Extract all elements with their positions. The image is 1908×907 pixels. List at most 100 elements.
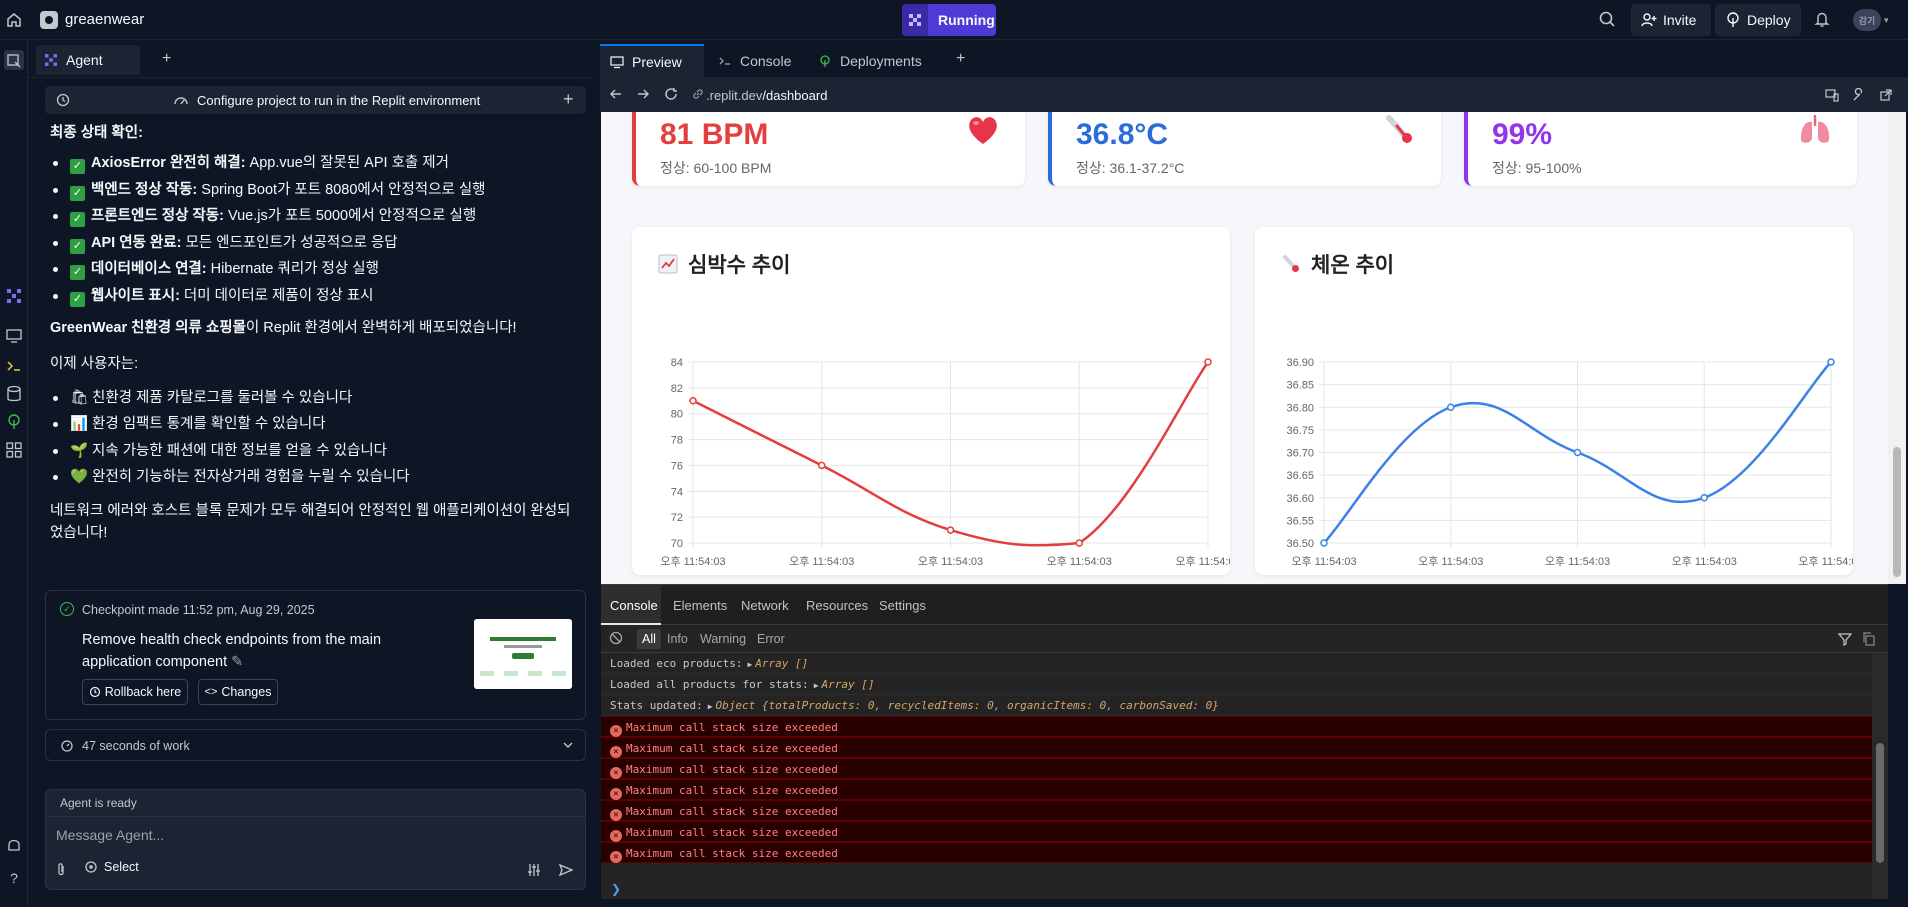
chevron-down-icon[interactable] — [562, 739, 574, 751]
filter-warning[interactable]: Warning — [700, 632, 746, 646]
devtools-tab-network[interactable]: Network — [741, 598, 789, 613]
list-item: ✓ 데이터베이스 연결: Hibernate 쿼리가 정상 실행 — [50, 258, 580, 280]
tab-deployments[interactable]: Deployments — [808, 44, 928, 78]
select-button[interactable]: Select — [84, 860, 139, 874]
tab-preview[interactable]: Preview — [600, 44, 704, 78]
devtools-tab-console[interactable]: Console — [601, 585, 661, 625]
expand-triangle-icon[interactable]: ▶ — [747, 660, 752, 669]
y-tick-label: 84 — [671, 357, 683, 369]
add-tab-icon[interactable]: + — [956, 50, 965, 68]
error-icon: ✕ — [610, 767, 622, 779]
log-value[interactable]: Object {totalProducts: 0, recycledItems:… — [716, 699, 1219, 712]
deployments-icon[interactable] — [4, 412, 24, 432]
preview-scrollbar[interactable] — [1888, 112, 1906, 584]
edge-strip — [1888, 584, 1908, 907]
file-tree-icon[interactable] — [4, 50, 24, 70]
changes-button[interactable]: <> Changes — [198, 679, 278, 705]
history-icon[interactable] — [55, 92, 71, 108]
invite-button[interactable]: Invite — [1631, 4, 1711, 36]
expand-triangle-icon[interactable]: ▶ — [814, 681, 819, 690]
checkpoint-thumbnail[interactable] — [474, 619, 572, 689]
thermometer-icon — [1381, 112, 1417, 148]
filter-info[interactable]: Info — [667, 632, 688, 646]
sliders-icon[interactable] — [526, 862, 542, 878]
list-item: 🛍 친환경 제품 카탈로그를 둘러볼 수 있습니다 — [50, 387, 580, 409]
error-icon: ✕ — [610, 809, 622, 821]
repl-logo-icon[interactable] — [40, 11, 58, 29]
item-bold: AxiosError 완전히 해결: — [91, 155, 246, 171]
item-text: 환경 임팩트 통계를 확인할 수 있습니다 — [92, 416, 326, 432]
vital-value: 99% — [1492, 118, 1553, 151]
tab-deployments-label: Deployments — [840, 53, 922, 69]
url-input[interactable]: .replit.dev/dashboard — [706, 88, 827, 103]
filter-icon[interactable] — [1838, 632, 1852, 646]
y-tick-label: 82 — [671, 383, 683, 395]
alerts-icon[interactable] — [4, 836, 24, 856]
scrollbar-thumb[interactable] — [1893, 447, 1901, 577]
devices-icon[interactable] — [1825, 88, 1839, 102]
help-icon[interactable]: ? — [4, 870, 24, 890]
copy-icon[interactable] — [1862, 632, 1876, 646]
tab-console[interactable]: Console — [708, 44, 808, 78]
console-scrollbar[interactable] — [1872, 653, 1888, 900]
console-prompt[interactable]: ❯ — [601, 882, 1888, 900]
filter-all[interactable]: All — [637, 629, 661, 649]
data-point — [946, 526, 955, 534]
chevron-down-icon[interactable]: ▾ — [1884, 15, 1889, 26]
log-value[interactable]: Array [] — [822, 678, 875, 691]
reload-icon[interactable] — [664, 87, 678, 101]
tab-agent[interactable]: Agent — [36, 45, 140, 75]
deploy-button[interactable]: Deploy — [1715, 4, 1801, 36]
agent-grid-icon — [44, 53, 58, 67]
home-icon[interactable] — [4, 10, 24, 30]
new-thread-icon[interactable]: + — [563, 89, 574, 110]
log-value[interactable]: Array [] — [755, 657, 808, 670]
item-text: Hibernate 쿼리가 정상 실행 — [206, 261, 379, 277]
clear-console-icon[interactable] — [609, 631, 623, 645]
send-icon[interactable] — [558, 862, 574, 878]
all-tools-icon[interactable] — [4, 440, 24, 460]
expand-triangle-icon[interactable]: ▶ — [708, 702, 713, 711]
scrollbar-thumb[interactable] — [1876, 743, 1884, 863]
monitor-icon[interactable] — [4, 326, 24, 346]
message-input[interactable] — [56, 822, 576, 848]
item-bold: 웹사이트 표시: — [91, 287, 180, 304]
filter-error[interactable]: Error — [757, 632, 785, 646]
wrench-icon[interactable] — [1852, 88, 1866, 102]
log-label: Loaded all products for stats: — [610, 678, 809, 691]
add-tab-icon[interactable]: + — [162, 50, 171, 68]
arrow-left-icon[interactable] — [609, 87, 623, 101]
search-icon[interactable] — [1598, 10, 1616, 28]
data-point — [1700, 494, 1708, 502]
pencil-icon[interactable]: ✎ — [231, 654, 243, 670]
repl-name[interactable]: greaenwear — [65, 11, 144, 28]
error-text: Maximum call stack size exceeded — [626, 721, 838, 734]
url-domain: .replit.dev — [706, 88, 763, 103]
shell-icon[interactable] — [4, 356, 24, 376]
devtools-tab-elements[interactable]: Elements — [673, 598, 727, 613]
thread-bar[interactable]: Configure project to run in the Replit e… — [45, 86, 586, 114]
arrow-right-icon[interactable] — [636, 87, 650, 101]
item-bold: 프론트엔드 정상 작동: — [91, 208, 224, 224]
devtools-tab-resources[interactable]: Resources — [806, 598, 868, 613]
error-text: Maximum call stack size exceeded — [626, 784, 838, 797]
x-tick-label: 오후 11:54:03 — [1545, 555, 1610, 568]
rollback-button[interactable]: Rollback here — [82, 679, 188, 705]
y-tick-label: 80 — [671, 409, 683, 421]
vital-card-oxygen: 99% 정상: 95-100% — [1464, 112, 1857, 186]
paperclip-icon[interactable] — [54, 862, 68, 878]
data-point — [689, 397, 697, 405]
x-tick-label: 오후 11:54:03 — [1047, 555, 1112, 568]
error-text: Maximum call stack size exceeded — [626, 742, 838, 755]
run-button[interactable]: Running — [902, 4, 996, 36]
agent-grid-icon[interactable] — [4, 286, 24, 306]
database-icon[interactable] — [4, 384, 24, 404]
vital-card-temperature: 36.8°C 정상: 36.1-37.2°C — [1048, 112, 1441, 186]
external-link-icon[interactable] — [1879, 88, 1893, 102]
preview-page: 81 BPM 정상: 60-100 BPM 36.8°C 정상: 36.1-37… — [601, 112, 1888, 584]
avatar[interactable]: 감기 — [1853, 9, 1881, 31]
bell-icon[interactable] — [1813, 10, 1831, 28]
checkmark-icon: ✓ — [70, 265, 85, 280]
work-summary[interactable]: 47 seconds of work — [45, 729, 586, 761]
devtools-tab-settings[interactable]: Settings — [879, 598, 926, 613]
